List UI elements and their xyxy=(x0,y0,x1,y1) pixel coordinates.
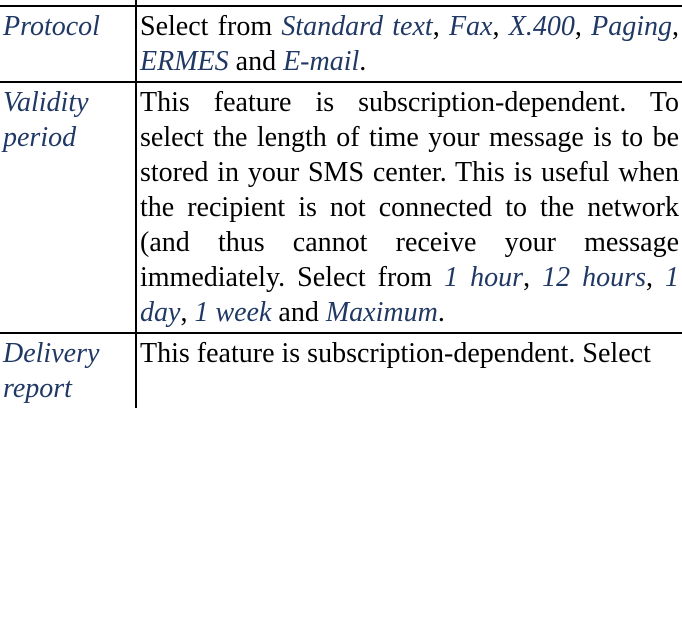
sep: , xyxy=(575,11,591,42)
option: Fax xyxy=(449,11,493,42)
joiner-last: and xyxy=(271,297,325,328)
joiner-last: and xyxy=(229,46,283,77)
desc-text: Select from xyxy=(140,11,281,42)
term-validity-period: Validity period xyxy=(0,82,136,333)
desc-text: center. xyxy=(140,0,214,1)
option: Maximum xyxy=(326,297,438,328)
term-delivery-report: Delivery report xyxy=(0,333,136,408)
desc-text: This feature is subscription-dependent. … xyxy=(140,338,651,369)
desc-post: . xyxy=(359,46,366,77)
option: 1 hour xyxy=(444,262,523,293)
sep: , xyxy=(433,11,449,42)
sep: , xyxy=(672,11,679,42)
sep: , xyxy=(180,297,194,328)
option: ERMES xyxy=(140,46,229,77)
desc-validity-period: This feature is subscription-dependent. … xyxy=(136,82,682,333)
desc-post: . xyxy=(438,297,445,328)
desc-delivery-report: This feature is subscription-dependent. … xyxy=(136,333,682,408)
option: 12 hours xyxy=(542,262,646,293)
sep: , xyxy=(492,11,508,42)
sep: , xyxy=(646,262,665,293)
option: 1 week xyxy=(194,297,271,328)
option: X.400 xyxy=(509,11,575,42)
option: E-mail xyxy=(283,46,359,77)
option: Standard text xyxy=(281,11,432,42)
desc-protocol: Select from Standard text, Fax, X.400, P… xyxy=(136,6,682,82)
sep: , xyxy=(523,262,542,293)
option: Paging xyxy=(591,11,672,42)
term-protocol: Protocol xyxy=(0,6,136,82)
